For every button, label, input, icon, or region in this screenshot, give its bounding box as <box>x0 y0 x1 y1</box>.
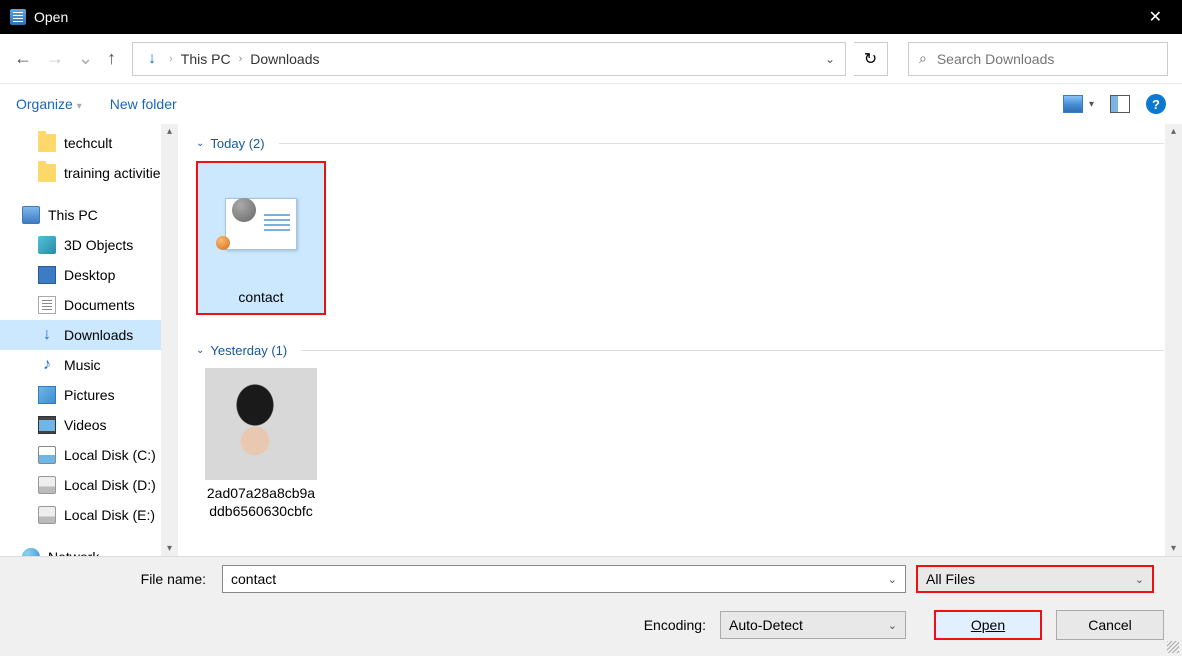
back-button[interactable]: ← <box>14 48 32 69</box>
search-input[interactable] <box>937 51 1157 67</box>
image-thumbnail <box>205 368 317 480</box>
address-root-chevron[interactable]: › <box>169 53 173 65</box>
content-scrollbar[interactable]: ▴ ▾ <box>1165 124 1182 556</box>
downloads-icon <box>38 326 56 344</box>
tree-item-pictures[interactable]: Pictures <box>0 380 161 410</box>
3d-objects-icon <box>38 236 56 254</box>
group-header-today[interactable]: ⌄ Today (2) <box>196 136 1164 151</box>
tree-item-music[interactable]: ♪Music <box>0 350 161 380</box>
file-type-filter[interactable]: All Files ⌄ <box>916 565 1154 593</box>
title-bar: Open ✕ <box>0 0 1182 34</box>
tree-item-3d-objects[interactable]: 3D Objects <box>0 230 161 260</box>
scroll-up-icon[interactable]: ▴ <box>1171 126 1176 137</box>
file-list-pane: ⌄ Today (2) contact ⌄ Yesterday (1) <box>178 124 1182 556</box>
navigation-bar: ← → ⌄ ↑ › This PC › Downloads ⌄ ↻ ⌕ <box>0 34 1182 84</box>
window-title: Open <box>34 9 68 25</box>
file-item-contact[interactable]: contact <box>196 161 326 315</box>
app-icon <box>10 9 26 25</box>
chevron-down-icon: ⌄ <box>888 619 897 632</box>
network-icon <box>22 548 40 556</box>
chevron-down-icon: ⌄ <box>1135 573 1144 586</box>
history-dropdown[interactable]: ⌄ <box>78 48 93 69</box>
new-folder-button[interactable]: New folder <box>110 96 177 112</box>
filename-dropdown-icon[interactable]: ⌄ <box>888 573 897 586</box>
chevron-down-icon: ⌄ <box>196 138 204 149</box>
pictures-icon <box>38 386 56 404</box>
disk-icon <box>38 506 56 524</box>
resize-grip[interactable] <box>1167 641 1179 653</box>
address-dropdown[interactable]: ⌄ <box>825 52 835 66</box>
toolbar: Organize ▾ New folder ▾ ? <box>0 84 1182 124</box>
file-label: contact <box>198 285 324 313</box>
search-icon: ⌕ <box>919 50 927 67</box>
file-item-image[interactable]: 2ad07a28a8cb9addb6560630cbfc <box>196 368 326 520</box>
preview-pane-button[interactable] <box>1110 95 1130 113</box>
help-button[interactable]: ? <box>1146 94 1166 114</box>
navigation-tree: techcult training activities This PC 3D … <box>0 124 178 556</box>
tree-item-disk-e[interactable]: Local Disk (E:) <box>0 500 161 530</box>
folder-icon <box>38 164 56 182</box>
download-icon <box>143 50 161 68</box>
breadcrumb-folder[interactable]: Downloads <box>250 51 319 67</box>
tree-item-this-pc[interactable]: This PC <box>0 200 161 230</box>
desktop-icon <box>38 266 56 284</box>
pc-icon <box>22 206 40 224</box>
scroll-down-icon[interactable]: ▾ <box>167 543 172 554</box>
disk-icon <box>38 446 56 464</box>
filename-label: File name: <box>18 571 212 587</box>
encoding-label: Encoding: <box>644 617 706 633</box>
tree-item-network[interactable]: Network <box>0 542 161 556</box>
group-header-yesterday[interactable]: ⌄ Yesterday (1) <box>196 343 1164 358</box>
organize-menu[interactable]: Organize ▾ <box>16 96 82 112</box>
chevron-right-icon: › <box>239 53 243 65</box>
dialog-footer: File name: ⌄ All Files ⌄ Encoding: Auto-… <box>0 556 1182 656</box>
address-bar[interactable]: › This PC › Downloads ⌄ <box>132 42 846 76</box>
tree-item-documents[interactable]: Documents <box>0 290 161 320</box>
folder-icon <box>38 134 56 152</box>
close-button[interactable]: ✕ <box>1139 3 1172 31</box>
filename-input[interactable] <box>231 571 888 587</box>
scroll-up-icon[interactable]: ▴ <box>167 126 172 137</box>
view-mode-button[interactable] <box>1063 95 1083 113</box>
chevron-down-icon: ⌄ <box>196 345 204 356</box>
breadcrumb-pc[interactable]: This PC <box>181 51 231 67</box>
file-label: 2ad07a28a8cb9addb6560630cbfc <box>196 480 326 520</box>
encoding-dropdown[interactable]: Auto-Detect ⌄ <box>720 611 906 639</box>
tree-item-videos[interactable]: Videos <box>0 410 161 440</box>
filename-combobox[interactable]: ⌄ <box>222 565 906 593</box>
tree-item-disk-d[interactable]: Local Disk (D:) <box>0 470 161 500</box>
documents-icon <box>38 296 56 314</box>
tree-item-folder[interactable]: techcult <box>0 128 161 158</box>
contact-file-icon <box>225 198 297 250</box>
disk-icon <box>38 476 56 494</box>
music-icon: ♪ <box>38 356 56 374</box>
tree-item-folder[interactable]: training activities <box>0 158 161 188</box>
scroll-down-icon[interactable]: ▾ <box>1171 543 1176 554</box>
open-button[interactable]: Open <box>934 610 1042 640</box>
search-box[interactable]: ⌕ <box>908 42 1168 76</box>
up-button[interactable]: ↑ <box>107 48 116 69</box>
tree-item-downloads[interactable]: Downloads <box>0 320 161 350</box>
videos-icon <box>38 416 56 434</box>
cancel-button[interactable]: Cancel <box>1056 610 1164 640</box>
forward-button[interactable]: → <box>46 48 64 69</box>
tree-item-desktop[interactable]: Desktop <box>0 260 161 290</box>
tree-item-disk-c[interactable]: Local Disk (C:) <box>0 440 161 470</box>
view-mode-dropdown[interactable]: ▾ <box>1089 99 1094 110</box>
refresh-button[interactable]: ↻ <box>854 42 888 76</box>
breadcrumb: This PC › Downloads <box>181 51 817 67</box>
sidebar-scrollbar[interactable]: ▴ ▾ <box>161 124 178 556</box>
